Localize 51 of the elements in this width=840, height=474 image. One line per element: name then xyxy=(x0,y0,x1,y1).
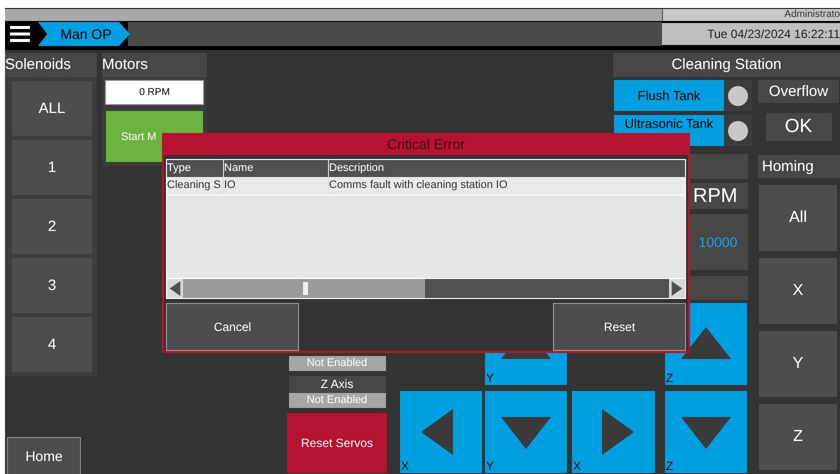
jog-button[interactable]: X xyxy=(572,391,655,473)
status-label: Not Enabled xyxy=(288,393,386,408)
user-label: Administrato xyxy=(662,9,840,21)
column-header[interactable]: Description xyxy=(329,160,685,177)
reset-button[interactable]: Reset xyxy=(553,303,686,351)
speed-value: 10000 xyxy=(688,214,748,270)
solenoid-button[interactable]: ALL xyxy=(12,81,92,136)
homing-button[interactable]: All xyxy=(759,185,837,251)
section-header: Homing xyxy=(758,155,840,178)
cancel-button[interactable]: Cancel xyxy=(166,303,299,351)
breadcrumb-tab[interactable]: Man OP xyxy=(38,22,130,46)
scroll-right-icon[interactable] xyxy=(669,279,685,298)
home-button[interactable]: Home xyxy=(7,437,81,474)
dialog-title: Critical Error xyxy=(162,133,690,155)
axis-label: X xyxy=(401,460,410,473)
speed-field[interactable]: 0 RPM xyxy=(105,80,204,105)
tank-button[interactable]: Flush Tank xyxy=(614,80,724,111)
status-value: OK xyxy=(766,113,832,141)
status-label: Not Enabled xyxy=(288,356,386,371)
homing-button[interactable]: X xyxy=(759,258,837,324)
table-cell: Cleaning S xyxy=(167,177,224,194)
section-header: Solenoids xyxy=(5,53,97,77)
jog-button[interactable]: Y xyxy=(485,391,567,473)
axis-label: Z xyxy=(666,372,674,385)
table-cell: IO xyxy=(224,177,329,194)
date-time: Tue 04/23/2024 16:22:11 xyxy=(662,23,840,45)
homing-button[interactable]: Y xyxy=(759,331,837,397)
menu-icon[interactable] xyxy=(10,25,30,43)
axis-label: Y xyxy=(486,460,494,473)
jog-button[interactable]: X xyxy=(400,391,482,473)
section-header: Cleaning Station xyxy=(613,53,840,77)
axis-label: Y xyxy=(486,372,494,385)
homing-button[interactable]: Z xyxy=(759,404,837,470)
table-cell-text: Comms fault with cleaning station IO xyxy=(329,178,509,193)
solenoid-button[interactable]: 1 xyxy=(12,140,92,195)
scroll-left-icon[interactable] xyxy=(167,279,183,298)
solenoid-button[interactable]: 2 xyxy=(12,199,92,254)
jog-button[interactable]: Z xyxy=(665,391,747,473)
axis-label: Z Axis xyxy=(288,376,386,393)
axis-label: Z xyxy=(666,460,674,473)
overflow-label: Overflow xyxy=(758,80,839,103)
section-header: Motors xyxy=(102,53,207,77)
panel-background xyxy=(688,154,748,180)
panel-background xyxy=(688,276,748,300)
unit-label: RPM xyxy=(688,183,748,210)
axis-label: X xyxy=(573,460,582,473)
scroll-thumb[interactable] xyxy=(303,282,308,295)
solenoid-button[interactable]: 4 xyxy=(12,317,92,372)
scroll-bar[interactable] xyxy=(167,278,685,298)
solenoid-button[interactable]: 3 xyxy=(12,258,92,313)
reset-servos-button[interactable]: Reset Servos xyxy=(287,413,387,473)
